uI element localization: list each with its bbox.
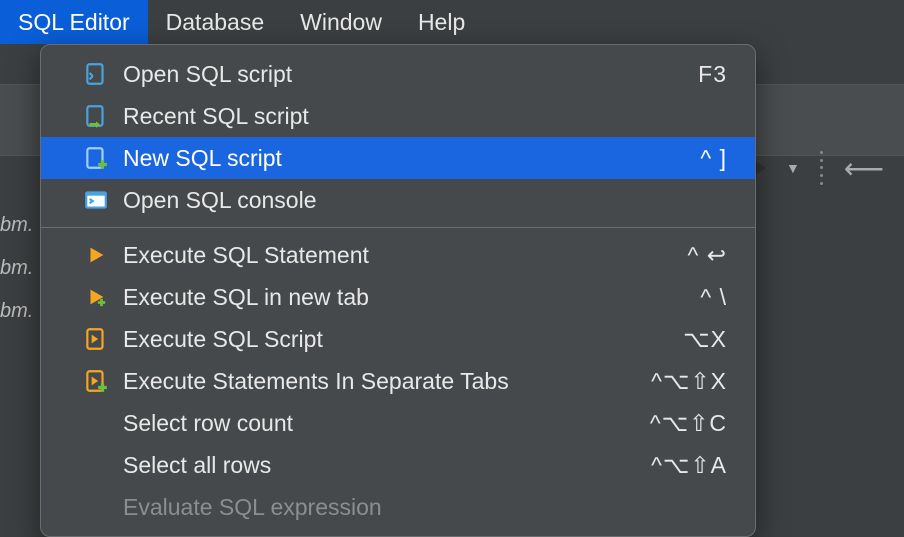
menu-item-label: Open SQL console	[123, 187, 727, 214]
menu-item-label: Open SQL script	[123, 61, 698, 88]
sql-recent-icon	[81, 101, 111, 131]
menu-item-shortcut: ^ ↩	[688, 242, 727, 269]
menu-item-new-sql-script[interactable]: New SQL script ^ ]	[41, 137, 755, 179]
menu-item-label: Select all rows	[123, 452, 651, 479]
menu-item-execute-script[interactable]: Execute SQL Script ⌥X	[41, 318, 755, 360]
sql-open-icon	[81, 59, 111, 89]
menu-item-shortcut: ^⌥⇧C	[650, 410, 727, 437]
bg-left-item: bm.	[0, 290, 44, 333]
menu-item-evaluate-expression[interactable]: Evaluate SQL expression	[41, 486, 755, 528]
menubar-item-window[interactable]: Window	[282, 0, 400, 44]
bg-left-item: bm.	[0, 204, 44, 247]
menu-item-shortcut: ^ \	[700, 284, 727, 311]
menu-item-label: Execute Statements In Separate Tabs	[123, 368, 651, 395]
menu-item-execute-statement[interactable]: Execute SQL Statement ^ ↩	[41, 234, 755, 276]
menu-item-label: Execute SQL in new tab	[123, 284, 700, 311]
bg-left-item: bm.	[0, 247, 44, 290]
menubar-label: Help	[418, 9, 465, 36]
menu-item-open-sql-script[interactable]: Open SQL script F3	[41, 53, 755, 95]
menu-item-select-row-count[interactable]: Select row count ^⌥⇧C	[41, 402, 755, 444]
menu-item-label: Execute SQL Script	[123, 326, 683, 353]
menu-item-label: Evaluate SQL expression	[123, 494, 727, 521]
menu-item-label: New SQL script	[123, 145, 700, 172]
menubar-item-database[interactable]: Database	[148, 0, 282, 44]
sql-console-icon	[81, 185, 111, 215]
menubar-label: Window	[300, 9, 382, 36]
menu-item-recent-sql-script[interactable]: Recent SQL script	[41, 95, 755, 137]
menu-item-label: Select row count	[123, 410, 650, 437]
menu-item-shortcut: ^⌥⇧A	[651, 452, 727, 479]
execute-icon	[81, 240, 111, 270]
menu-item-label: Recent SQL script	[123, 103, 727, 130]
dropdown-arrow-icon[interactable]: ▼	[786, 160, 800, 176]
back-arrow-icon[interactable]: ⟵	[844, 152, 884, 185]
sql-new-icon	[81, 143, 111, 173]
menubar-item-sql-editor[interactable]: SQL Editor	[0, 0, 148, 44]
menu-item-execute-new-tab[interactable]: Execute SQL in new tab ^ \	[41, 276, 755, 318]
menu-separator	[41, 227, 755, 228]
menu-item-label: Execute SQL Statement	[123, 242, 688, 269]
menu-item-select-all-rows[interactable]: Select all rows ^⌥⇧A	[41, 444, 755, 486]
toolbar-separator-icon	[818, 149, 826, 187]
menu-item-shortcut: ^⌥⇧X	[651, 368, 727, 395]
menu-item-shortcut: F3	[698, 61, 727, 88]
menu-item-open-sql-console[interactable]: Open SQL console	[41, 179, 755, 221]
execute-newtab-icon	[81, 282, 111, 312]
sql-editor-menu: Open SQL script F3 Recent SQL script New…	[40, 44, 756, 537]
bg-left-panel: bm. bm. bm.	[0, 204, 44, 512]
menu-item-execute-separate-tabs[interactable]: Execute Statements In Separate Tabs ^⌥⇧X	[41, 360, 755, 402]
execute-script-icon	[81, 324, 111, 354]
menubar-label: Database	[166, 9, 264, 36]
menubar-item-help[interactable]: Help	[400, 0, 483, 44]
menubar: SQL Editor Database Window Help	[0, 0, 904, 44]
menu-item-shortcut: ^ ]	[700, 145, 727, 172]
execute-tabs-icon	[81, 366, 111, 396]
menubar-label: SQL Editor	[18, 9, 130, 36]
menu-item-shortcut: ⌥X	[683, 326, 727, 353]
